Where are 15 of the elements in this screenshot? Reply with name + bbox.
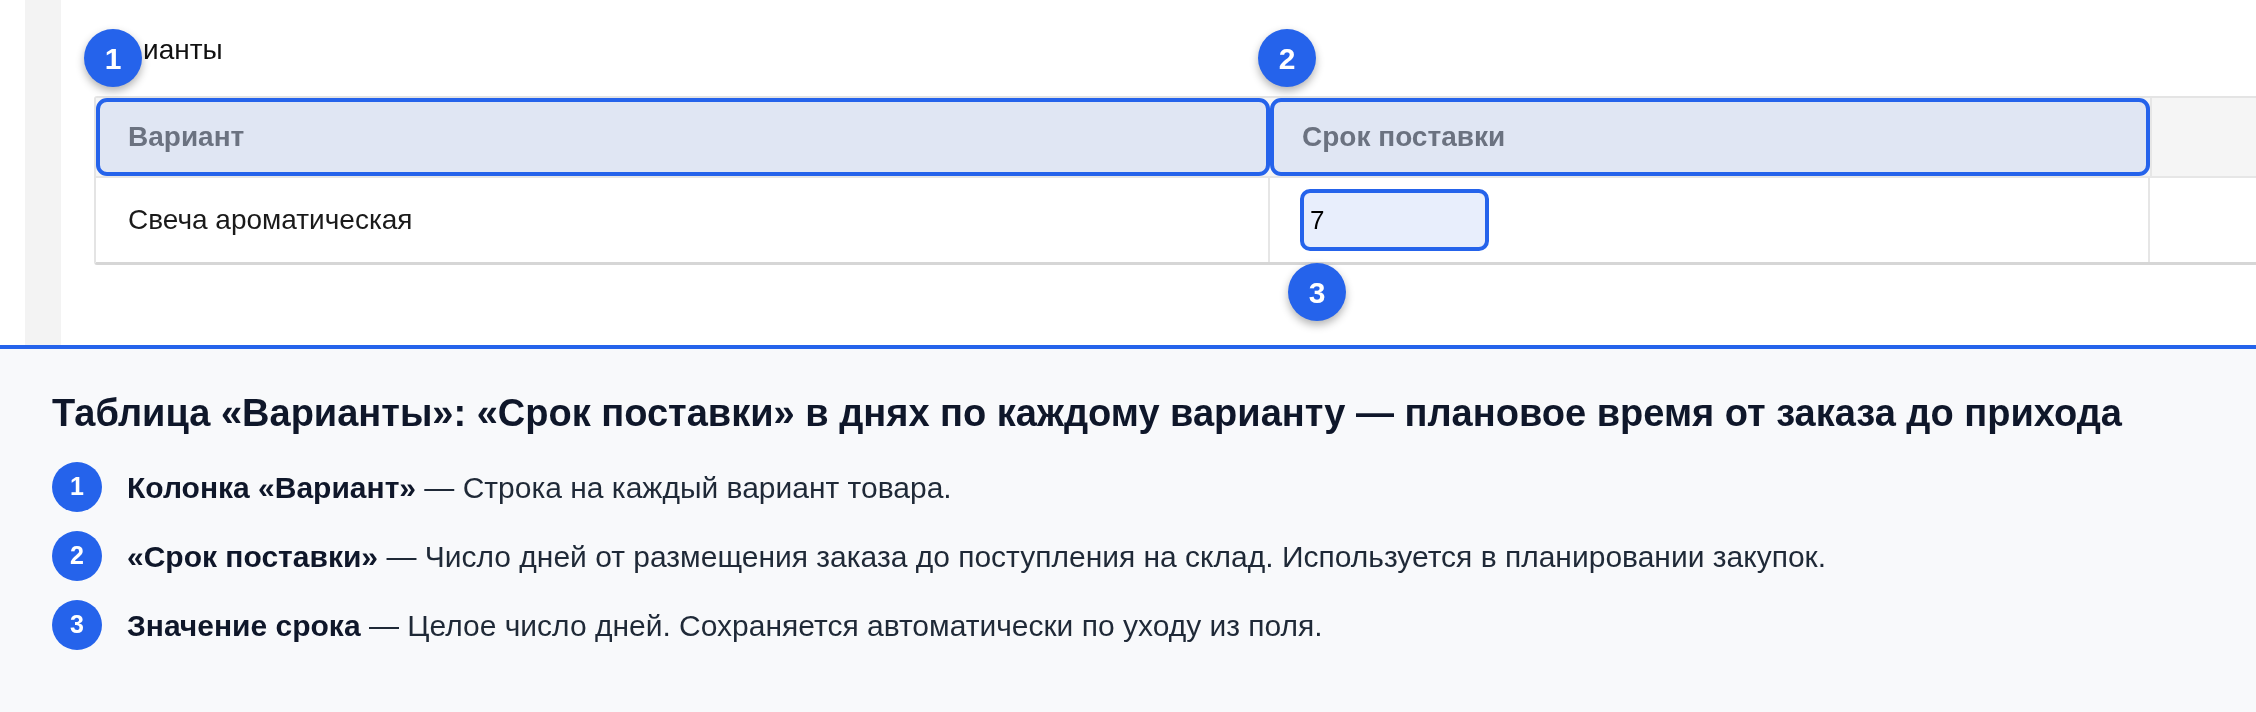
number-badge: 3	[52, 600, 102, 650]
callout-badge: 1	[84, 29, 142, 87]
number-badge: 2	[52, 531, 102, 581]
table-header-cell: Срок поставки	[1270, 98, 2150, 176]
lead-time-input[interactable]: 7	[1300, 189, 1489, 251]
legend-text: Колонка «Вариант» — Строка на каждый вариант товара.	[127, 469, 952, 506]
section-title: ианты	[143, 34, 223, 66]
table-cell-text: Свеча ароматическая	[128, 203, 413, 237]
number-badge: 1	[52, 462, 102, 512]
callout-badge: 2	[1258, 29, 1316, 87]
callout-badge: 3	[1288, 263, 1346, 321]
legend-text: «Срок поставки» — Число дней от размещения заказа до поступления на склад. Используется в планировании закупок.	[127, 538, 1827, 575]
legend-title: Таблица «Варианты»: «Срок поставки» в днях по каждому варианту — плановое время от заказа до прихода	[52, 391, 2122, 436]
table-header-cell: Вариант	[96, 98, 1270, 176]
legend-text: Значение срока — Целое число дней. Сохраняется автоматически по уходу из поля.	[127, 607, 1323, 644]
